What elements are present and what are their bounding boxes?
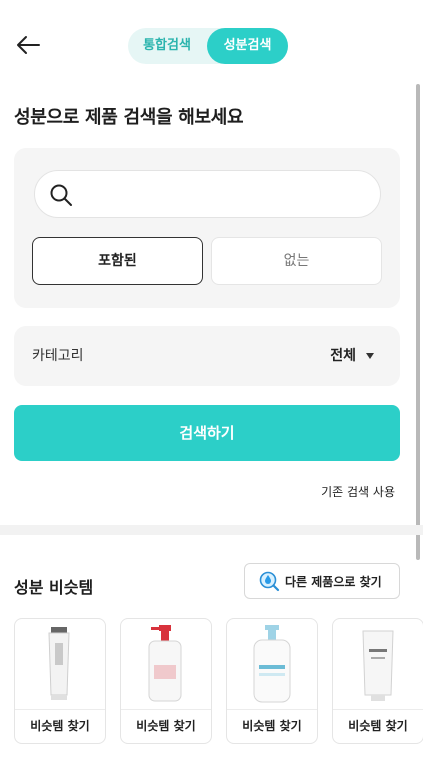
tab-ingredient-search[interactable]: 성분검색 xyxy=(207,28,288,64)
category-select[interactable]: 카테고리 전체 xyxy=(14,326,400,386)
top-bar: 통합검색 성분검색 xyxy=(0,0,423,90)
category-value: 전체 xyxy=(330,348,356,364)
product-card[interactable]: 비슷템 찾기 xyxy=(14,618,106,744)
search-box[interactable] xyxy=(34,170,381,218)
find-by-other-product-button[interactable]: 다른 제품으로 찾기 xyxy=(244,563,400,599)
product-tube-image xyxy=(362,630,394,701)
lookalike-product-list: 비슷템 찾기 비슷템 찾기 비슷템 찾기 비슷템 찾기 xyxy=(14,618,423,744)
product-tube-image xyxy=(48,627,70,700)
search-button[interactable]: 검색하기 xyxy=(14,405,400,461)
search-input[interactable] xyxy=(83,177,368,211)
search-panel: 포함된 없는 xyxy=(14,148,400,308)
page-title: 성분으로 제품 검색을 해보세요 xyxy=(14,107,244,128)
product-card[interactable]: 비슷템 찾기 xyxy=(332,618,423,744)
section-title-lookalike: 성분 비슷템 xyxy=(14,578,94,597)
product-pump-bottle-image xyxy=(253,625,291,703)
category-label: 카테고리 xyxy=(32,348,84,364)
search-icon xyxy=(50,184,72,206)
scrollbar[interactable] xyxy=(416,84,420,560)
product-pump-bottle-image xyxy=(148,625,182,702)
caret-down-icon xyxy=(366,353,374,359)
find-by-other-product-label: 다른 제품으로 찾기 xyxy=(285,575,382,589)
drop-search-icon xyxy=(259,571,280,592)
filter-included-button[interactable]: 포함된 xyxy=(32,237,203,285)
find-lookalike-button[interactable]: 비슷템 찾기 xyxy=(227,710,317,743)
product-card[interactable]: 비슷템 찾기 xyxy=(120,618,212,744)
tab-integrated-search[interactable]: 통합검색 xyxy=(128,28,206,64)
legacy-search-link[interactable]: 기존 검색 사용 xyxy=(321,483,395,500)
find-lookalike-button[interactable]: 비슷템 찾기 xyxy=(15,710,105,743)
find-lookalike-button[interactable]: 비슷템 찾기 xyxy=(333,710,423,743)
filter-excluded-button[interactable]: 없는 xyxy=(211,237,382,285)
section-divider xyxy=(0,525,423,535)
arrow-left-icon[interactable] xyxy=(14,34,42,56)
search-mode-toggle: 통합검색 성분검색 xyxy=(128,28,288,64)
product-card[interactable]: 비슷템 찾기 xyxy=(226,618,318,744)
find-lookalike-button[interactable]: 비슷템 찾기 xyxy=(121,710,211,743)
